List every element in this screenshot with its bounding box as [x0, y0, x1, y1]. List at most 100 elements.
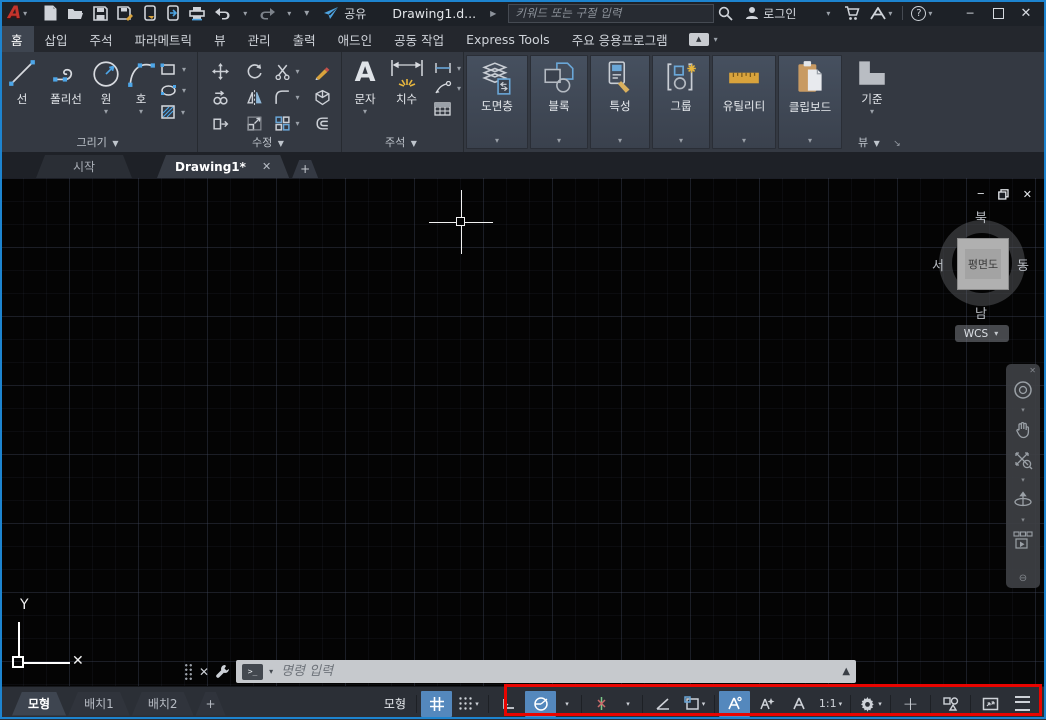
open-from-mobile-button[interactable]	[143, 5, 157, 21]
ribbon-tab-manage[interactable]: 관리	[237, 26, 282, 52]
file-tab-drawing1[interactable]: Drawing1* ✕	[157, 155, 289, 178]
table-button[interactable]	[434, 102, 463, 116]
qat-customize-icon[interactable]: ▾	[304, 8, 309, 19]
linear-dimension-caret-icon[interactable]: ▾	[457, 64, 461, 73]
redo-caret-icon[interactable]: ▾	[287, 9, 291, 18]
wcs-dropdown[interactable]: WCS ▾	[955, 325, 1009, 342]
plot-button[interactable]	[189, 6, 205, 21]
autocad-logo-icon[interactable]: A	[8, 3, 21, 23]
object-snap-caret-icon[interactable]: ▾	[702, 700, 706, 708]
panel-annotation-title[interactable]: 주석 ▼	[341, 134, 463, 150]
new-file-button[interactable]	[43, 5, 58, 21]
ribbon-tab-collaborate[interactable]: 공동 작업	[383, 26, 455, 52]
clean-screen-button[interactable]	[975, 691, 1006, 717]
command-line-grip[interactable]	[184, 662, 193, 681]
wheel-caret-icon[interactable]: ▾	[1021, 405, 1025, 415]
trim-caret-icon[interactable]: ▾	[295, 67, 299, 76]
osnap-tracking-caret-button[interactable]: ▾	[618, 691, 638, 717]
viewcube-north-label[interactable]: 북	[975, 207, 987, 226]
polar-caret-button[interactable]: ▾	[557, 691, 577, 717]
rectangle-caret-icon[interactable]: ▾	[182, 65, 186, 74]
command-history-up-icon[interactable]: ▲	[842, 666, 850, 677]
panel-modify-title[interactable]: 수정 ▼	[197, 134, 341, 150]
maximize-button[interactable]	[984, 2, 1012, 24]
polyline-button[interactable]: 폴리선	[44, 58, 88, 107]
workspace-switching-button[interactable]: ▾	[855, 691, 886, 717]
erase-button[interactable]	[305, 58, 339, 84]
arc-flyout-caret-icon[interactable]: ▾	[139, 107, 143, 116]
command-line-palette[interactable]: ✕ >_ ▾ ▲	[184, 659, 857, 684]
layout-tab-model[interactable]: 모형	[12, 692, 66, 716]
polar-tracking-toggle[interactable]	[525, 690, 556, 717]
offset-button[interactable]	[305, 110, 339, 136]
ortho-toggle[interactable]	[493, 691, 524, 717]
open-file-button[interactable]	[67, 6, 84, 21]
hatch-button[interactable]: ▾	[160, 104, 188, 120]
annotation-autoscale-toggle[interactable]	[751, 691, 782, 717]
search-input[interactable]	[513, 5, 710, 21]
stretch-button[interactable]	[203, 110, 237, 136]
arc-button[interactable]: 호 ▾	[124, 58, 158, 116]
pan-button[interactable]	[1014, 415, 1032, 445]
hatch-caret-icon[interactable]: ▾	[181, 108, 185, 117]
help-button[interactable]: ?	[911, 5, 927, 21]
copy-button[interactable]	[203, 84, 237, 110]
object-snap-toggle[interactable]: ▾	[679, 691, 710, 717]
leader-caret-icon[interactable]: ▾	[457, 84, 461, 93]
block-panel-button[interactable]: 블록 ▾	[530, 55, 588, 149]
save-button[interactable]	[93, 5, 108, 21]
array-button[interactable]: ▾	[271, 110, 305, 136]
drawing-minimize-button[interactable]: ─	[978, 189, 984, 200]
help-search-box[interactable]	[508, 3, 715, 23]
rotate-button[interactable]	[237, 58, 271, 84]
zoom-caret-icon[interactable]: ▾	[1021, 475, 1025, 485]
ribbon-tab-insert[interactable]: 삽입	[34, 26, 79, 52]
minimize-button[interactable]: ─	[956, 2, 984, 24]
ribbon-tab-view[interactable]: 뷰	[203, 26, 237, 52]
navbar-close-icon[interactable]: ✕	[1029, 366, 1036, 375]
annotation-visibility-toggle[interactable]	[719, 690, 750, 717]
ribbon-tab-express-tools[interactable]: Express Tools	[455, 26, 561, 52]
drawing-restore-button[interactable]	[997, 189, 1009, 200]
ellipse-caret-icon[interactable]: ▾	[182, 86, 186, 95]
ribbon-tab-featured-apps[interactable]: 주요 응용프로그램	[561, 26, 679, 52]
showmotion-button[interactable]	[1013, 525, 1033, 555]
ellipse-button[interactable]: ▾	[160, 84, 188, 97]
command-prompt-caret-icon[interactable]: ▾	[269, 667, 273, 676]
scale-button[interactable]	[237, 110, 271, 136]
close-button[interactable]: ✕	[1012, 2, 1040, 24]
explode-button[interactable]	[305, 84, 339, 110]
base-view-caret-icon[interactable]: ▾	[870, 107, 874, 116]
ribbon-tab-addins[interactable]: 애드인	[327, 26, 384, 52]
viewcube-west-label[interactable]: 서	[932, 255, 944, 274]
fillet-button[interactable]: ▾	[271, 84, 305, 110]
redo-button[interactable]	[258, 7, 276, 20]
trim-button[interactable]: ▾	[271, 58, 305, 84]
command-line-close-icon[interactable]: ✕	[199, 665, 209, 679]
drawing-canvas[interactable]: ─ ✕ 평면도 북 남 서 동 WCS ▾ ✕ ▾ ▾ ▾ ⊖ Y ✕ ✕ >_…	[0, 178, 1046, 686]
file-tab-start[interactable]: 시작	[36, 155, 132, 178]
isolate-objects-button[interactable]	[935, 691, 966, 717]
properties-panel-button[interactable]: 특성 ▾	[590, 55, 650, 149]
panel-draw-title[interactable]: 그리기 ▼	[0, 134, 197, 150]
panel-view-title[interactable]: 뷰 ▼ ↘	[844, 134, 1046, 150]
text-caret-icon[interactable]: ▾	[363, 107, 367, 116]
move-button[interactable]	[203, 58, 237, 84]
ribbon-collapse-button[interactable]: ▲ ▾	[688, 26, 720, 52]
viewcube-face[interactable]: 평면도	[957, 238, 1009, 290]
crosshair-tools-button[interactable]: +	[895, 691, 926, 717]
title-expand-icon[interactable]: ▶	[490, 9, 496, 18]
save-to-mobile-button[interactable]	[166, 5, 180, 21]
viewcube-east-label[interactable]: 동	[1017, 255, 1029, 274]
autodesk-logo-icon[interactable]	[870, 6, 887, 20]
groups-panel-button[interactable]: 그룹 ▾	[652, 55, 710, 149]
command-line-customize-wrench-icon[interactable]	[215, 664, 230, 679]
app-menu-caret-icon[interactable]: ▾	[23, 9, 27, 18]
ribbon-tab-home[interactable]: 홈	[0, 26, 34, 52]
drawing-close-button[interactable]: ✕	[1023, 188, 1032, 201]
command-input-bar[interactable]: >_ ▾ ▲	[236, 660, 857, 683]
autodesk-caret-icon[interactable]: ▾	[888, 9, 892, 18]
share-button[interactable]: 공유	[323, 5, 366, 22]
app-store-cart-icon[interactable]	[844, 5, 860, 21]
linear-dimension-button[interactable]: ▾	[434, 62, 463, 74]
